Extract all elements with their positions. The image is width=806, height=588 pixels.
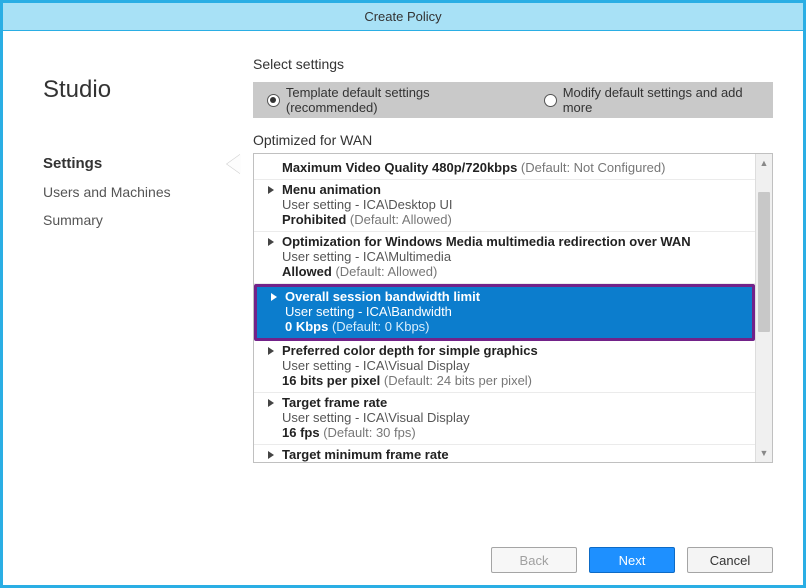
scroll-down-icon[interactable]: ▼: [756, 444, 772, 462]
setting-sub: User setting - ICA\Visual Display: [282, 410, 747, 425]
nav-item-summary[interactable]: Summary: [43, 206, 223, 234]
setting-title: Preferred color depth for simple graphic…: [282, 343, 747, 358]
settings-scroll-area[interactable]: Maximum Video Quality 480p/720kbps (Defa…: [254, 154, 755, 462]
wizard-footer: Back Next Cancel: [491, 547, 773, 573]
optimized-for-wan-label: Optimized for WAN: [253, 132, 773, 148]
caret-right-icon: [271, 293, 277, 301]
setting-title: Menu animation: [282, 182, 747, 197]
scroll-thumb[interactable]: [758, 192, 770, 332]
caret-right-icon: [268, 238, 274, 246]
scroll-track[interactable]: [756, 172, 772, 444]
radio-icon: [267, 94, 280, 107]
radio-modify-default[interactable]: Modify default settings and add more: [544, 85, 773, 115]
radio-template-label: Template default settings (recommended): [286, 85, 522, 115]
window-body: Studio Settings Users and Machines Summa…: [3, 31, 803, 585]
setting-title: Target minimum frame rate: [282, 447, 747, 462]
nav-item-users-machines[interactable]: Users and Machines: [43, 178, 223, 206]
setting-wmv-redirection-wan[interactable]: Optimization for Windows Media multimedi…: [254, 232, 755, 284]
setting-preferred-color-depth[interactable]: Preferred color depth for simple graphic…: [254, 341, 755, 393]
setting-overall-bandwidth-limit[interactable]: Overall session bandwidth limit User set…: [257, 287, 752, 338]
cancel-button[interactable]: Cancel: [687, 547, 773, 573]
studio-heading: Studio: [43, 76, 223, 104]
setting-value: 16 bits per pixel (Default: 24 bits per …: [282, 373, 747, 388]
setting-sub: User setting - ICA\Bandwidth: [285, 304, 744, 319]
setting-value: Prohibited (Default: Allowed): [282, 212, 747, 227]
setting-value: 0 Kbps (Default: 0 Kbps): [285, 319, 744, 334]
caret-right-icon: [268, 186, 274, 194]
radio-modify-label: Modify default settings and add more: [563, 85, 773, 115]
setting-target-min-frame-rate[interactable]: Target minimum frame rate: [254, 445, 755, 462]
wizard-sidebar: Studio Settings Users and Machines Summa…: [3, 31, 223, 525]
window-titlebar: Create Policy: [3, 3, 803, 31]
setting-menu-animation[interactable]: Menu animation User setting - ICA\Deskto…: [254, 180, 755, 232]
select-settings-label: Select settings: [253, 56, 773, 72]
vertical-scrollbar[interactable]: ▲ ▼: [755, 154, 773, 462]
caret-right-icon: [268, 451, 274, 459]
caret-right-icon: [268, 399, 274, 407]
setting-value: Allowed (Default: Allowed): [282, 264, 747, 279]
setting-sub: User setting - ICA\Desktop UI: [282, 197, 747, 212]
create-policy-window: Create Policy Studio Settings Users and …: [0, 0, 806, 588]
highlighted-selection-outline: Overall session bandwidth limit User set…: [254, 284, 755, 341]
nav-item-settings[interactable]: Settings: [43, 149, 223, 178]
setting-sub: User setting - ICA\Visual Display: [282, 358, 747, 373]
next-button[interactable]: Next: [589, 547, 675, 573]
window-title: Create Policy: [364, 9, 441, 24]
main-panel: Select settings Template default setting…: [223, 31, 803, 525]
setting-title: Optimization for Windows Media multimedi…: [282, 234, 747, 249]
setting-value: 16 fps (Default: 30 fps): [282, 425, 747, 440]
setting-target-frame-rate[interactable]: Target frame rate User setting - ICA\Vis…: [254, 393, 755, 445]
setting-title: Maximum Video Quality 480p/720kbps: [282, 160, 517, 175]
radio-icon: [544, 94, 557, 107]
caret-right-icon: [268, 347, 274, 355]
settings-mode-row: Template default settings (recommended) …: [253, 82, 773, 118]
setting-title: Overall session bandwidth limit: [285, 289, 744, 304]
setting-default: (Default: Not Configured): [521, 160, 666, 175]
scroll-up-icon[interactable]: ▲: [756, 154, 772, 172]
setting-title: Target frame rate: [282, 395, 747, 410]
setting-sub: User setting - ICA\Multimedia: [282, 249, 747, 264]
radio-template-default[interactable]: Template default settings (recommended): [267, 85, 522, 115]
setting-max-video-quality[interactable]: Maximum Video Quality 480p/720kbps (Defa…: [254, 158, 755, 180]
back-button: Back: [491, 547, 577, 573]
settings-list-box: Maximum Video Quality 480p/720kbps (Defa…: [253, 153, 773, 463]
